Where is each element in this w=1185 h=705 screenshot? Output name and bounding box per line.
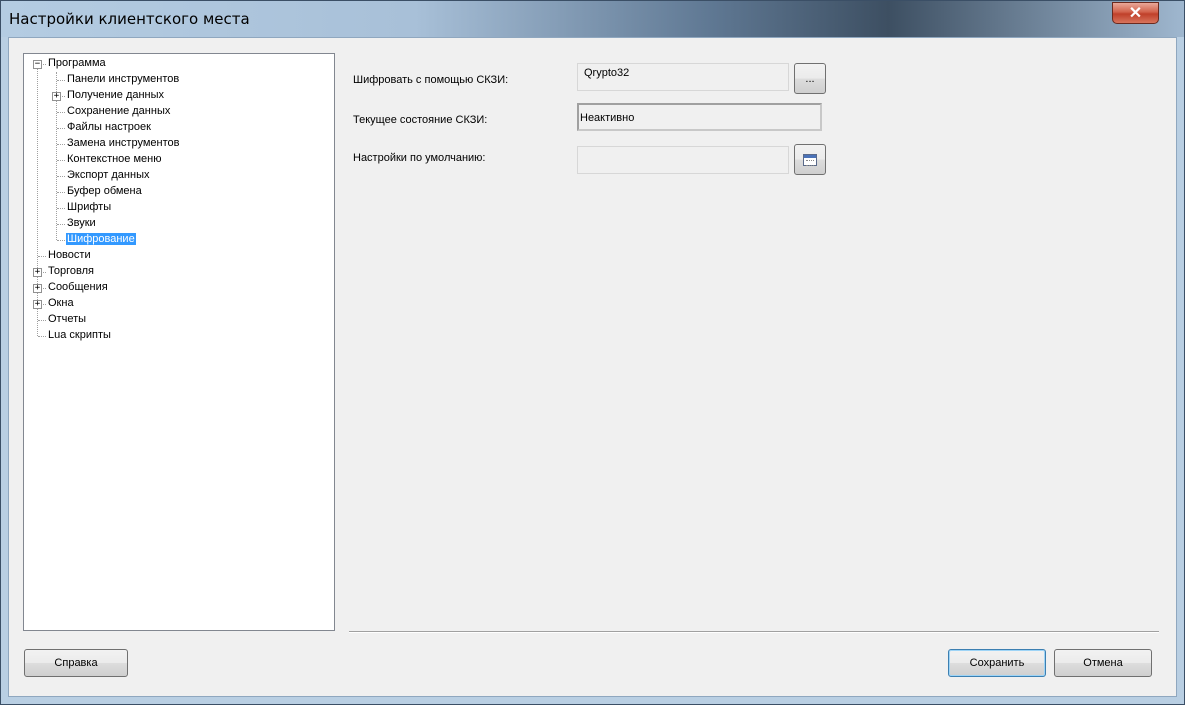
tree-line (57, 128, 65, 129)
tree-item[interactable]: Окна (47, 296, 75, 311)
defaults-field[interactable] (577, 146, 789, 174)
tree-item[interactable]: Шифрование (66, 232, 136, 247)
tree-item-label: Буфер обмена (67, 185, 142, 197)
tree-item-label: Получение данных (67, 89, 165, 101)
browse-button-label: ... (805, 72, 815, 85)
separator (349, 631, 1159, 633)
tree-item-label: Сохранение данных (67, 105, 171, 117)
tree-item-label: Окна (48, 297, 74, 309)
cancel-button[interactable]: Отмена (1054, 649, 1152, 677)
tree-item-label: Торговля (48, 265, 94, 277)
tree-line (38, 256, 46, 257)
calendar-icon (803, 153, 817, 166)
expand-icon[interactable]: + (33, 300, 42, 309)
tree-item[interactable]: Новости (47, 248, 92, 263)
expand-icon[interactable]: + (33, 268, 42, 277)
tree-item[interactable]: Замена инструментов (66, 136, 180, 151)
tree-item[interactable]: Экспорт данных (66, 168, 150, 183)
defaults-button[interactable] (794, 144, 826, 175)
tree-line (57, 208, 65, 209)
help-button[interactable]: Справка (24, 649, 128, 677)
tree-item-label: Сообщения (48, 281, 108, 293)
encrypt-label: Шифровать с помощью СКЗИ: (353, 74, 509, 86)
tree-item[interactable]: Файлы настроек (66, 120, 152, 135)
tree-line (57, 80, 65, 81)
tree-item-label: Замена инструментов (67, 137, 180, 149)
tree-item-label: Новости (48, 249, 91, 261)
tree-line (57, 160, 65, 161)
browse-button[interactable]: ... (794, 63, 826, 94)
tree-item[interactable]: Буфер обмена (66, 184, 143, 199)
tree-line (38, 320, 46, 321)
dialog-body: − Программа Панели инструментов + Получение … (8, 37, 1177, 697)
tree-line (57, 224, 65, 225)
state-label: Текущее состояние СКЗИ: (353, 114, 488, 126)
save-button[interactable]: Сохранить (948, 649, 1046, 677)
tree-item-label: Контекстное меню (67, 153, 162, 165)
tree-item[interactable]: Шрифты (66, 200, 112, 215)
settings-dialog: Настройки клиентского места ✕ − Программа… (0, 0, 1185, 705)
tree-item[interactable]: Сохранение данных (66, 104, 171, 119)
tree-line (57, 144, 65, 145)
tree-item[interactable]: Lua скрипты (47, 328, 112, 343)
state-field: Неактивно (577, 103, 822, 131)
tree-item-label: Шифрование (66, 233, 136, 245)
title-bar[interactable]: Настройки клиентского места ✕ (1, 1, 1184, 37)
tree-line (57, 192, 65, 193)
tree-line (57, 112, 65, 113)
settings-tree[interactable]: − Программа Панели инструментов + Получение … (23, 53, 335, 631)
tree-item-label: Экспорт данных (67, 169, 150, 181)
tree-line (38, 336, 46, 337)
tree-line (57, 176, 65, 177)
close-button[interactable]: ✕ (1112, 2, 1159, 24)
tree-item-label: Звуки (67, 217, 96, 229)
tree-item-label: Шрифты (67, 201, 112, 213)
expand-icon[interactable]: + (52, 92, 61, 101)
tree-item-label: Отчеты (48, 313, 87, 325)
tree-item-label: Программа (48, 57, 106, 69)
tree-item[interactable]: Отчеты (47, 312, 87, 327)
expand-icon[interactable]: + (33, 284, 42, 293)
encrypt-provider-field[interactable]: Qrypto32 (577, 63, 789, 91)
tree-item-label: Файлы настроек (67, 121, 151, 133)
tree-item[interactable]: Звуки (66, 216, 97, 231)
tree-item-label: Lua скрипты (48, 329, 111, 341)
tree-item-label: Панели инструментов (67, 73, 180, 85)
tree-line (37, 64, 38, 336)
tree-item[interactable]: Сообщения (47, 280, 109, 295)
tree-item[interactable]: Получение данных (66, 88, 165, 103)
window-title: Настройки клиентского места (9, 10, 250, 28)
tree-item[interactable]: Программа (47, 56, 107, 71)
tree-item[interactable]: Панели инструментов (66, 72, 180, 87)
tree-item[interactable]: Торговля (47, 264, 95, 279)
tree-item[interactable]: Контекстное меню (66, 152, 162, 167)
close-icon: ✕ (1128, 5, 1143, 22)
collapse-icon[interactable]: − (33, 60, 42, 69)
defaults-label: Настройки по умолчанию: (353, 152, 486, 164)
tree-line (57, 240, 65, 241)
